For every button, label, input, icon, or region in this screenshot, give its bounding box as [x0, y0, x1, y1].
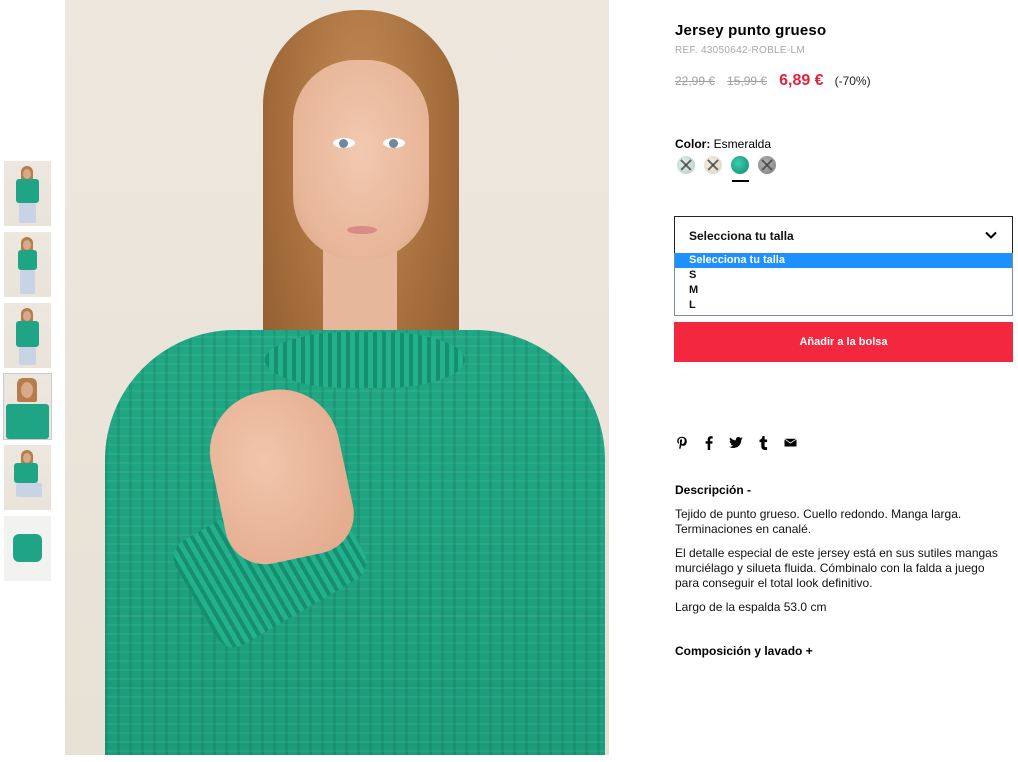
description-paragraph-3: Largo de la espalda 53.0 cm	[675, 600, 827, 614]
thumbnail-2[interactable]	[4, 232, 51, 297]
swatch-emerald[interactable]	[731, 156, 749, 174]
thumbnail-6[interactable]	[4, 516, 51, 581]
size-option-m[interactable]: M	[675, 283, 1012, 298]
product-ref: REF. 43050642-ROBLE-LM	[675, 45, 805, 56]
swatch-grey[interactable]	[758, 156, 776, 174]
composition-heading[interactable]: Composición y lavado +	[675, 644, 813, 658]
discount-badge: (-70%)	[834, 74, 871, 88]
product-main-image	[65, 0, 609, 755]
color-label: Color: Esmeralda	[675, 137, 772, 151]
description-paragraph-1: Tejido de punto grueso. Cuello redondo. …	[675, 507, 962, 536]
share-icons	[675, 436, 797, 450]
email-icon[interactable]	[783, 436, 797, 450]
tumblr-icon[interactable]	[756, 436, 770, 450]
size-dropdown-list: Selecciona tu talla S M L	[674, 253, 1013, 316]
size-select[interactable]: Selecciona tu talla	[674, 216, 1013, 254]
size-option-s[interactable]: S	[675, 268, 1012, 283]
pinterest-icon[interactable]	[675, 436, 689, 450]
price-block: 22,99 € 15,99 € 6,89 € (-70%)	[675, 72, 871, 90]
description-body: Tejido de punto grueso. Cuello redondo. …	[675, 507, 1010, 624]
size-option-l[interactable]: L	[675, 298, 1012, 313]
thumbnail-1[interactable]	[4, 161, 51, 226]
swatch-light-mint[interactable]	[677, 156, 695, 174]
thumbnail-5[interactable]	[4, 445, 51, 510]
facebook-icon[interactable]	[702, 436, 716, 450]
twitter-icon[interactable]	[729, 436, 743, 450]
size-select-value: Selecciona tu talla	[689, 229, 794, 243]
size-option-placeholder[interactable]: Selecciona tu talla	[675, 253, 1012, 268]
thumbnail-4[interactable]	[3, 373, 52, 440]
color-swatches	[677, 156, 776, 174]
chevron-down-icon	[985, 231, 997, 239]
color-selected: Esmeralda	[713, 137, 772, 151]
price-previous: 15,99 €	[727, 74, 768, 88]
description-paragraph-2: El detalle especial de este jersey está …	[675, 546, 998, 590]
thumbnail-3[interactable]	[4, 303, 51, 368]
thumbnail-gallery	[3, 161, 52, 587]
price-current: 6,89 €	[779, 72, 824, 89]
description-heading[interactable]: Descripción -	[675, 483, 751, 497]
swatch-cream[interactable]	[704, 156, 722, 174]
price-original: 22,99 €	[675, 74, 716, 88]
product-title: Jersey punto grueso	[675, 22, 827, 39]
selected-swatch-indicator	[732, 180, 749, 182]
add-to-bag-button[interactable]: Añadir a la bolsa	[674, 322, 1013, 362]
